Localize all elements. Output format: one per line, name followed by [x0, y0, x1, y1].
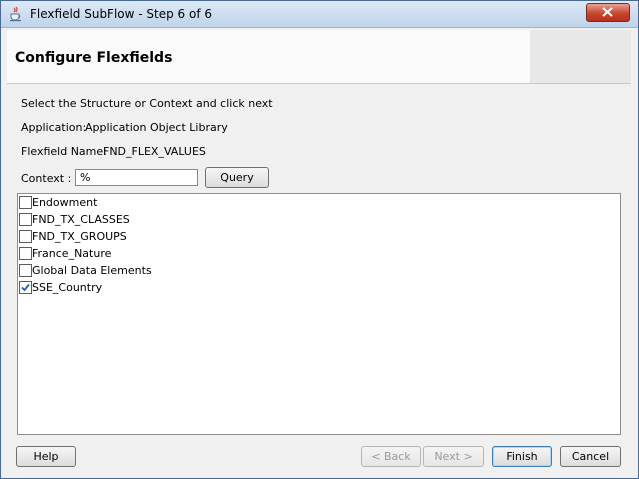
checkbox[interactable] [19, 264, 32, 277]
query-button[interactable]: Query [205, 167, 269, 188]
list-item[interactable]: France_Nature [18, 245, 620, 262]
checkbox-checked[interactable] [19, 281, 32, 294]
context-label: Context : [21, 172, 72, 185]
flexfield-name-label: Flexfield Name: [21, 145, 107, 158]
finish-button[interactable]: Finish [492, 446, 552, 467]
window-title: Flexfield SubFlow - Step 6 of 6 [30, 7, 213, 21]
checkbox[interactable] [19, 213, 32, 226]
flexfield-name-value: FND_FLEX_VALUES [103, 145, 206, 158]
application-value: Application Object Library [85, 121, 228, 134]
cancel-button[interactable]: Cancel [560, 446, 621, 467]
list-item-label: France_Nature [32, 247, 112, 260]
checkbox[interactable] [19, 230, 32, 243]
next-button[interactable]: Next > [423, 446, 484, 467]
wizard-header: Configure Flexfields [7, 30, 631, 84]
list-item[interactable]: FND_TX_GROUPS [18, 228, 620, 245]
check-icon [21, 283, 30, 292]
checkbox[interactable] [19, 196, 32, 209]
list-item[interactable]: Endowment [18, 194, 620, 211]
header-graphic-panel [530, 30, 631, 83]
list-item-label: Global Data Elements [32, 264, 152, 277]
close-icon [602, 7, 613, 17]
list-item-label: Endowment [32, 196, 98, 209]
list-item-label: SSE_Country [32, 281, 103, 294]
java-cup-icon [8, 6, 24, 22]
help-button[interactable]: Help [16, 446, 76, 467]
close-button[interactable] [586, 3, 630, 22]
context-input[interactable]: % [75, 169, 198, 186]
checkbox[interactable] [19, 247, 32, 260]
instruction-text: Select the Structure or Context and clic… [21, 97, 273, 110]
dialog-window: Flexfield SubFlow - Step 6 of 6 Configur… [0, 0, 639, 479]
application-label: Application: [21, 121, 87, 134]
list-item[interactable]: SSE_Country [18, 279, 620, 296]
title-bar[interactable]: Flexfield SubFlow - Step 6 of 6 [1, 1, 638, 28]
list-item-label: FND_TX_GROUPS [32, 230, 127, 243]
list-item[interactable]: FND_TX_CLASSES [18, 211, 620, 228]
list-item[interactable]: Global Data Elements [18, 262, 620, 279]
list-item-label: FND_TX_CLASSES [32, 213, 130, 226]
context-list: Endowment FND_TX_CLASSES FND_TX_GROUPS F… [17, 193, 621, 435]
back-button[interactable]: < Back [361, 446, 421, 467]
page-title: Configure Flexfields [15, 50, 173, 66]
